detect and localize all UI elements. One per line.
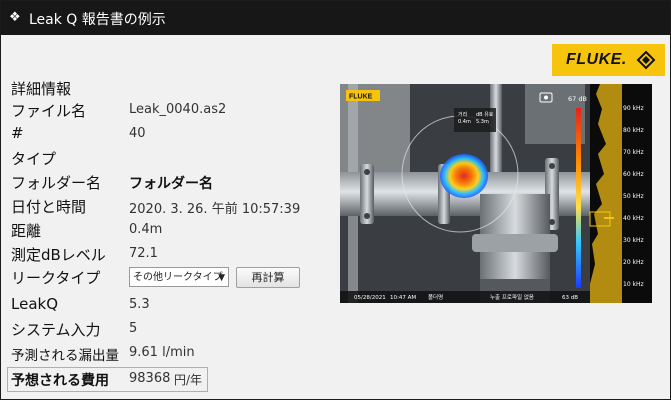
file-name-label: ファイル名 <box>11 102 87 120</box>
fluke-logo-text: FLUKE. <box>566 51 627 68</box>
svg-text:60 kHz: 60 kHz <box>623 171 644 178</box>
svg-text:80 kHz: 80 kHz <box>623 127 644 134</box>
leak-type-label: リークタイプ <box>11 269 101 287</box>
info-box-line-3: dB 유효 <box>476 112 494 118</box>
info-box-line-4: 5.3m <box>476 119 489 125</box>
db-bottom-readout: 63 dB <box>562 295 578 301</box>
datetime-value: 2020. 3. 26. 午前 10:57:39 <box>129 202 301 217</box>
svg-text:50 kHz: 50 kHz <box>623 193 644 200</box>
title-bar: ❖ Leak Q 報告書の例示 <box>1 1 670 35</box>
frequency-scale: 90 kHz 80 kHz 70 kHz 60 kHz 50 kHz 40 kH… <box>623 105 644 288</box>
leakq-value: 5.3 <box>129 297 150 312</box>
leakq-label: LeakQ <box>11 295 59 313</box>
diamond-bullet-icon: ❖ <box>9 10 21 25</box>
acoustic-image-scene: FLUKE 거리 0.4m dB 유효 5.3m 67 dB 90 kHz 80… <box>340 84 652 303</box>
info-box-line-1: 거리 <box>458 111 467 118</box>
svg-text:90 kHz: 90 kHz <box>623 105 644 112</box>
number-label: # <box>11 124 24 142</box>
status-center: 누출 프로파일 없음 <box>490 293 534 301</box>
report-window: ❖ Leak Q 報告書の例示 FLUKE. 詳細情報 ファイル名 Leak_0… <box>0 0 671 400</box>
predicted-flow-value: 9.61 l/min <box>129 345 195 360</box>
status-time: 10:47 AM <box>390 295 416 301</box>
number-value: 40 <box>129 126 146 141</box>
estimated-cost-value: 98368 <box>129 371 171 386</box>
estimated-cost-unit: 円/年 <box>174 373 203 387</box>
svg-text:30 kHz: 30 kHz <box>623 237 644 244</box>
section-heading: 詳細情報 <box>11 80 72 98</box>
chevron-down-icon: ▼ <box>218 273 225 283</box>
camera-brand-tag: FLUKE <box>349 94 373 101</box>
window-title: Leak Q 報告書の例示 <box>29 12 166 28</box>
leak-type-selected: その他リークタイプ <box>133 272 223 283</box>
status-date: 05/28/2021 <box>354 295 386 301</box>
distance-label: 距離 <box>11 222 42 240</box>
folder-name-label: フォルダー名 <box>11 174 102 192</box>
color-scale-bar <box>576 108 581 288</box>
acoustic-camera-image: FLUKE 거리 0.4m dB 유효 5.3m 67 dB 90 kHz 80… <box>340 84 652 303</box>
file-name-value: Leak_0040.as2 <box>129 102 227 117</box>
recalculate-button[interactable]: 再計算 <box>236 267 300 288</box>
measured-db-value: 72.1 <box>129 246 158 261</box>
svg-text:40 kHz: 40 kHz <box>623 215 644 222</box>
folder-name-value: フォルダー名 <box>129 176 213 192</box>
db-top-readout: 67 dB <box>568 95 587 103</box>
type-label: タイプ <box>11 150 57 168</box>
info-box-line-2: 0.4m <box>458 119 471 125</box>
distance-value: 0.4m <box>129 222 163 237</box>
status-folder: 폴더명 <box>428 293 443 301</box>
system-input-value: 5 <box>129 321 138 336</box>
svg-text:70 kHz: 70 kHz <box>623 149 644 156</box>
svg-text:20 kHz: 20 kHz <box>623 259 644 266</box>
estimated-cost-label: 予想される費用 <box>11 373 109 389</box>
system-input-label: システム入力 <box>11 321 101 339</box>
fluke-emblem-icon <box>636 50 656 70</box>
fluke-logo: FLUKE. <box>552 44 665 76</box>
measured-db-label: 測定dBレベル <box>11 246 106 264</box>
svg-text:10 kHz: 10 kHz <box>623 281 644 288</box>
predicted-flow-label: 予測される漏出量 <box>11 348 119 364</box>
datetime-label: 日付と時間 <box>11 198 87 216</box>
leak-type-select[interactable]: その他リークタイプ ▼ <box>129 267 229 287</box>
